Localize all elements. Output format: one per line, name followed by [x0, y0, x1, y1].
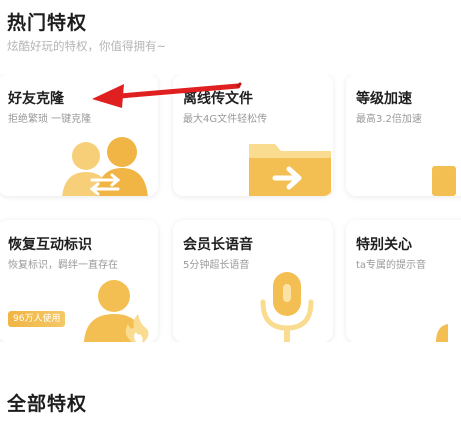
microphone-icon: [260, 272, 314, 342]
card-desc: 最大4G文件轻松传: [183, 114, 268, 125]
section-title: 热门特权: [7, 12, 88, 34]
card-title: 好友克隆: [8, 91, 64, 107]
all-privileges-title: 全部特权: [7, 393, 88, 415]
card-desc: 恢复标识，羁绊一直存在: [8, 260, 118, 271]
card-title: 会员长语音: [183, 237, 253, 253]
usage-badge: 96万人使用: [8, 311, 66, 327]
card-title: 特别关心: [356, 237, 412, 253]
card-title: 恢复互动标识: [8, 237, 92, 253]
card-long-voice[interactable]: 会员长语音 5分钟超长语音: [173, 220, 333, 342]
privilege-grid: 好友克隆 拒绝繁琐 一键克隆 离线传文件 最大4G文件轻松传 等级加速 最高3.…: [0, 74, 461, 342]
card-restore-interaction[interactable]: 恢复互动标识 恢复标识，羁绊一直存在 96万人使用: [0, 220, 158, 342]
folder-arrow-icon: [249, 144, 331, 196]
card-title: 等级加速: [356, 91, 412, 107]
card-level-speed[interactable]: 等级加速 最高3.2倍加速: [346, 74, 461, 196]
card-desc: 拒绝繁琐 一键克隆: [8, 114, 92, 125]
card-title: 离线传文件: [183, 91, 253, 107]
speed-icon: [432, 166, 456, 196]
person-flame-icon: [84, 280, 149, 342]
card-friend-clone[interactable]: 好友克隆 拒绝繁琐 一键克隆: [0, 74, 158, 196]
section-subtitle: 炫酷好玩的特权，你值得拥有~: [7, 39, 167, 53]
bell-icon: [436, 324, 448, 342]
card-desc: ta专属的提示音: [356, 260, 427, 271]
card-desc: 最高3.2倍加速: [356, 114, 422, 125]
two-people-swap-icon: [62, 137, 148, 196]
card-desc: 5分钟超长语音: [183, 260, 250, 271]
card-special-care[interactable]: 特别关心 ta专属的提示音: [346, 220, 461, 342]
card-offline-file[interactable]: 离线传文件 最大4G文件轻松传: [173, 74, 333, 196]
